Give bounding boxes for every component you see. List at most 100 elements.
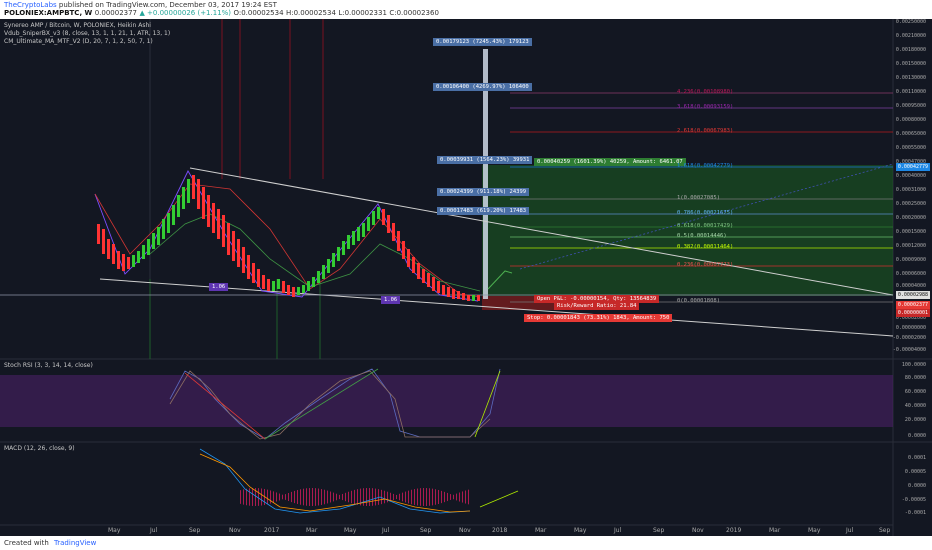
indicator-legend-1[interactable]: Vdub_SniperBX_v3 (8, close, 13, 1, 1, 21… <box>4 30 170 37</box>
candle[interactable] <box>182 187 185 209</box>
candle[interactable] <box>202 187 205 219</box>
candle[interactable] <box>377 207 380 219</box>
candle[interactable] <box>97 224 100 244</box>
candle[interactable] <box>407 249 410 267</box>
candle[interactable] <box>197 179 200 209</box>
candle[interactable] <box>347 235 350 249</box>
candle[interactable] <box>272 281 275 291</box>
candle[interactable] <box>137 251 140 263</box>
candle[interactable] <box>392 223 395 241</box>
candle[interactable] <box>352 231 355 245</box>
candle[interactable] <box>152 233 155 249</box>
candle[interactable] <box>187 179 190 203</box>
candle[interactable] <box>237 239 240 267</box>
target-badge[interactable]: 0.00106400 (4269.97%) 106400 <box>433 83 532 91</box>
main-legend[interactable]: Synereo AMP / Bitcoin, W, POLONIEX, Heik… <box>4 22 151 29</box>
profit-zone[interactable] <box>482 165 893 296</box>
target-badge[interactable]: 0.00039931 (1564.23%) 39931 <box>437 156 533 164</box>
candle[interactable] <box>252 263 255 283</box>
candle[interactable] <box>387 215 390 233</box>
risk-reward-badge[interactable]: Risk/Reward Ratio: 21.84 <box>554 302 640 310</box>
candle[interactable] <box>477 295 480 301</box>
candle[interactable] <box>242 247 245 273</box>
candle[interactable] <box>207 195 210 227</box>
candle[interactable] <box>277 279 280 289</box>
candle[interactable] <box>332 253 335 267</box>
candle[interactable] <box>427 273 430 287</box>
candle[interactable] <box>262 275 265 289</box>
chart-canvas[interactable] <box>0 19 932 536</box>
fib-label: 1.618(0.00042779) <box>677 163 734 169</box>
candle[interactable] <box>322 265 325 279</box>
candle[interactable] <box>217 209 220 239</box>
candle[interactable] <box>282 281 285 293</box>
candle[interactable] <box>317 271 320 283</box>
macd-bar <box>417 488 418 506</box>
target-badge[interactable]: 0.00179123 (7245.43%) 179123 <box>433 38 532 46</box>
candle[interactable] <box>132 255 135 267</box>
candle[interactable] <box>167 213 170 233</box>
candle[interactable] <box>452 289 455 299</box>
candle[interactable] <box>257 269 260 287</box>
candle[interactable] <box>117 251 120 269</box>
candle[interactable] <box>432 277 435 291</box>
candle[interactable] <box>337 247 340 261</box>
author-link[interactable]: TheCryptoLabs <box>4 1 57 9</box>
stoch-legend[interactable]: Stoch RSI (3, 3, 14, 14, close) <box>4 362 93 369</box>
candle[interactable] <box>367 217 370 231</box>
macd-legend[interactable]: MACD (12, 26, close, 9) <box>4 445 75 452</box>
candle[interactable] <box>172 205 175 225</box>
candle[interactable] <box>362 223 365 237</box>
symbol-name[interactable]: POLONIEX:AMPBTC, W <box>4 9 92 17</box>
candle[interactable] <box>227 223 230 255</box>
candle[interactable] <box>417 263 420 279</box>
candle[interactable] <box>177 195 180 217</box>
candle[interactable] <box>157 227 160 245</box>
candle[interactable] <box>222 215 225 247</box>
candle[interactable] <box>447 287 450 297</box>
candle[interactable] <box>462 293 465 300</box>
candle[interactable] <box>357 227 360 241</box>
candle[interactable] <box>467 295 470 301</box>
target-badge[interactable]: 0.00024399 (911.18%) 24399 <box>437 188 530 196</box>
candle[interactable] <box>302 285 305 293</box>
candle[interactable] <box>412 257 415 273</box>
candle[interactable] <box>382 209 385 225</box>
candle[interactable] <box>102 229 105 254</box>
candle[interactable] <box>267 279 270 291</box>
candle[interactable] <box>162 219 165 239</box>
candle[interactable] <box>312 277 315 287</box>
candle[interactable] <box>457 291 460 299</box>
chart-area[interactable]: Synereo AMP / Bitcoin, W, POLONIEX, Heik… <box>0 19 932 536</box>
candle[interactable] <box>287 285 290 295</box>
candle[interactable] <box>472 295 475 301</box>
candle[interactable] <box>292 287 295 297</box>
target-badge[interactable]: 0.00017483 (619.20%) 17483 <box>437 207 530 215</box>
candle[interactable] <box>127 257 130 269</box>
candle[interactable] <box>397 231 400 251</box>
candle[interactable] <box>122 254 125 271</box>
candle[interactable] <box>372 211 375 225</box>
candle[interactable] <box>442 285 445 295</box>
candle[interactable] <box>142 245 145 259</box>
candle[interactable] <box>327 259 330 273</box>
candle[interactable] <box>297 287 300 295</box>
candle[interactable] <box>212 203 215 233</box>
candle[interactable] <box>422 269 425 283</box>
candle[interactable] <box>232 231 235 261</box>
candle[interactable] <box>342 241 345 255</box>
candle[interactable] <box>402 241 405 259</box>
indicator-legend-2[interactable]: CM_Ultimate_MA_MTF_V2 (D, 20, 7, 1, 2, 5… <box>4 38 153 45</box>
candle[interactable] <box>107 239 110 259</box>
candle[interactable] <box>192 175 195 199</box>
candle[interactable] <box>247 255 250 279</box>
symbol-line: POLONIEX:AMPBTC, W 0.00002377 ▲ +0.00000… <box>4 9 439 17</box>
candle[interactable] <box>437 281 440 293</box>
candle[interactable] <box>307 281 310 291</box>
stop-badge[interactable]: Stop: 0.00001843 (73.31%) 1843, Amount: … <box>524 314 673 322</box>
candles[interactable] <box>97 175 480 301</box>
tradingview-logo-icon[interactable]: TradingView <box>54 539 96 547</box>
candle[interactable] <box>147 239 150 255</box>
trade-target-badge[interactable]: 0.00040259 (1601.39%) 40259, Amount: 646… <box>534 158 686 166</box>
candle[interactable] <box>112 244 115 264</box>
